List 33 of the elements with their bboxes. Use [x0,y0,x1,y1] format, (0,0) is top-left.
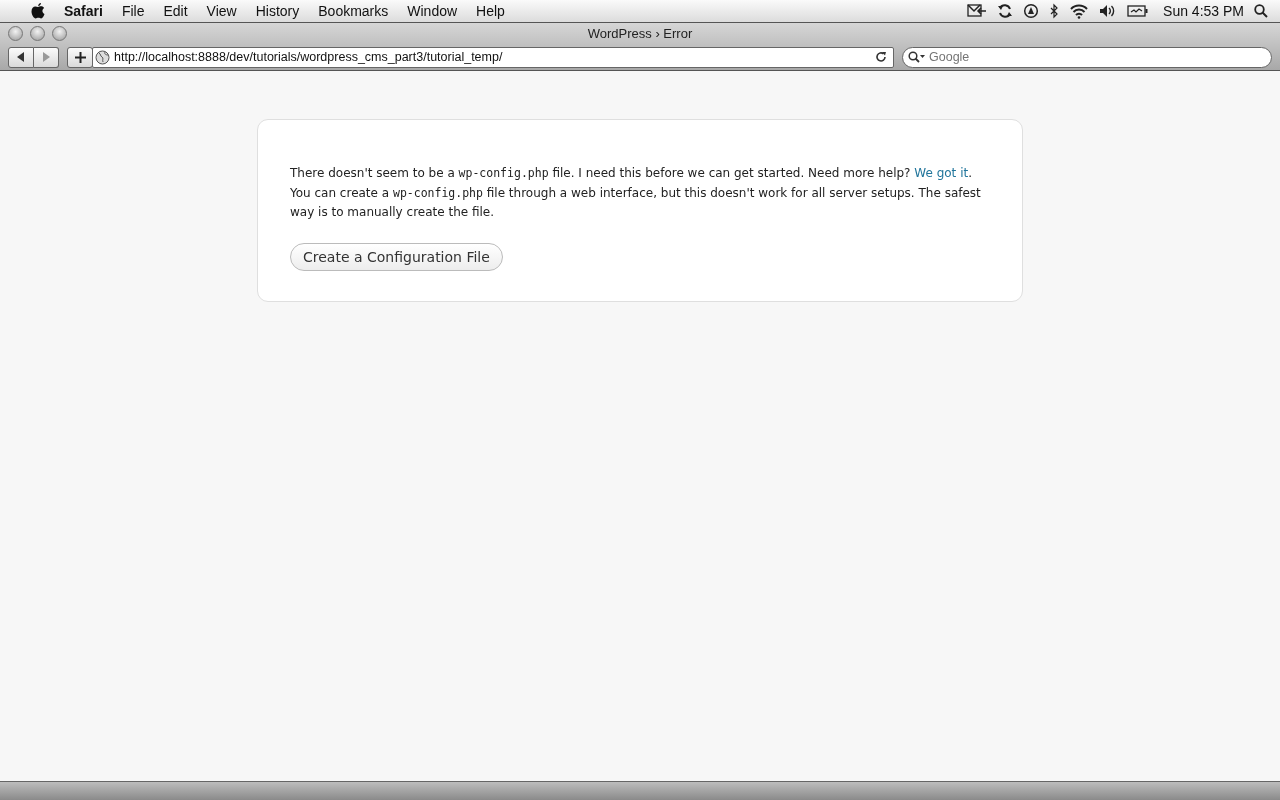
menu-item[interactable]: Help [476,3,505,19]
plus-icon [74,51,86,63]
menu-item[interactable]: Window [407,3,458,19]
zoom-button[interactable] [52,26,67,41]
globe-icon [95,49,110,65]
battery-icon[interactable] [1127,4,1150,18]
menu-item[interactable]: View [206,3,237,19]
left-triangle-icon [17,52,25,62]
bluetooth-icon[interactable] [1049,3,1060,19]
create-configuration-file-button[interactable]: Create a Configuration File [290,242,503,271]
back-button[interactable] [8,46,34,68]
clock[interactable]: Sun 4:53 PM [1163,3,1244,19]
menu-item[interactable]: File [121,3,145,19]
menu-item[interactable]: Edit [163,3,188,19]
reload-icon[interactable] [875,51,887,63]
menu-item[interactable]: History [255,3,300,19]
address-field[interactable]: http://localhost:8888/dev/tutorials/wordpress_cms_part3/tutorial_temp/ [92,46,894,68]
right-triangle-icon [42,52,50,62]
close-button[interactable] [8,26,23,41]
app-menu[interactable]: Safari [64,3,103,19]
error-message: There doesn't seem to be a wp-config.php file. I need this before we can get started. Need more help? We got it. You can create a wp-config.php file through a web interface, but this doesn't work for all server setups. The safest way is to manually create the file. [290,165,982,221]
menu-item[interactable]: Bookmarks [318,3,389,19]
search-field[interactable]: Google [902,46,1272,68]
url-text: http://localhost:8888/dev/tutorials/wordpress_cms_part3/tutorial_temp/ [114,50,504,64]
apple-logo-icon[interactable] [30,2,46,20]
search-icon[interactable] [1254,4,1268,18]
wifi-icon[interactable] [1069,3,1090,19]
minimize-button[interactable] [30,26,45,41]
sync-icon[interactable] [997,3,1014,19]
mail-icon[interactable] [967,4,988,18]
window-title: WordPress › Error [587,26,693,41]
forward-button[interactable] [34,46,59,68]
add-bookmark-button[interactable] [67,46,93,68]
